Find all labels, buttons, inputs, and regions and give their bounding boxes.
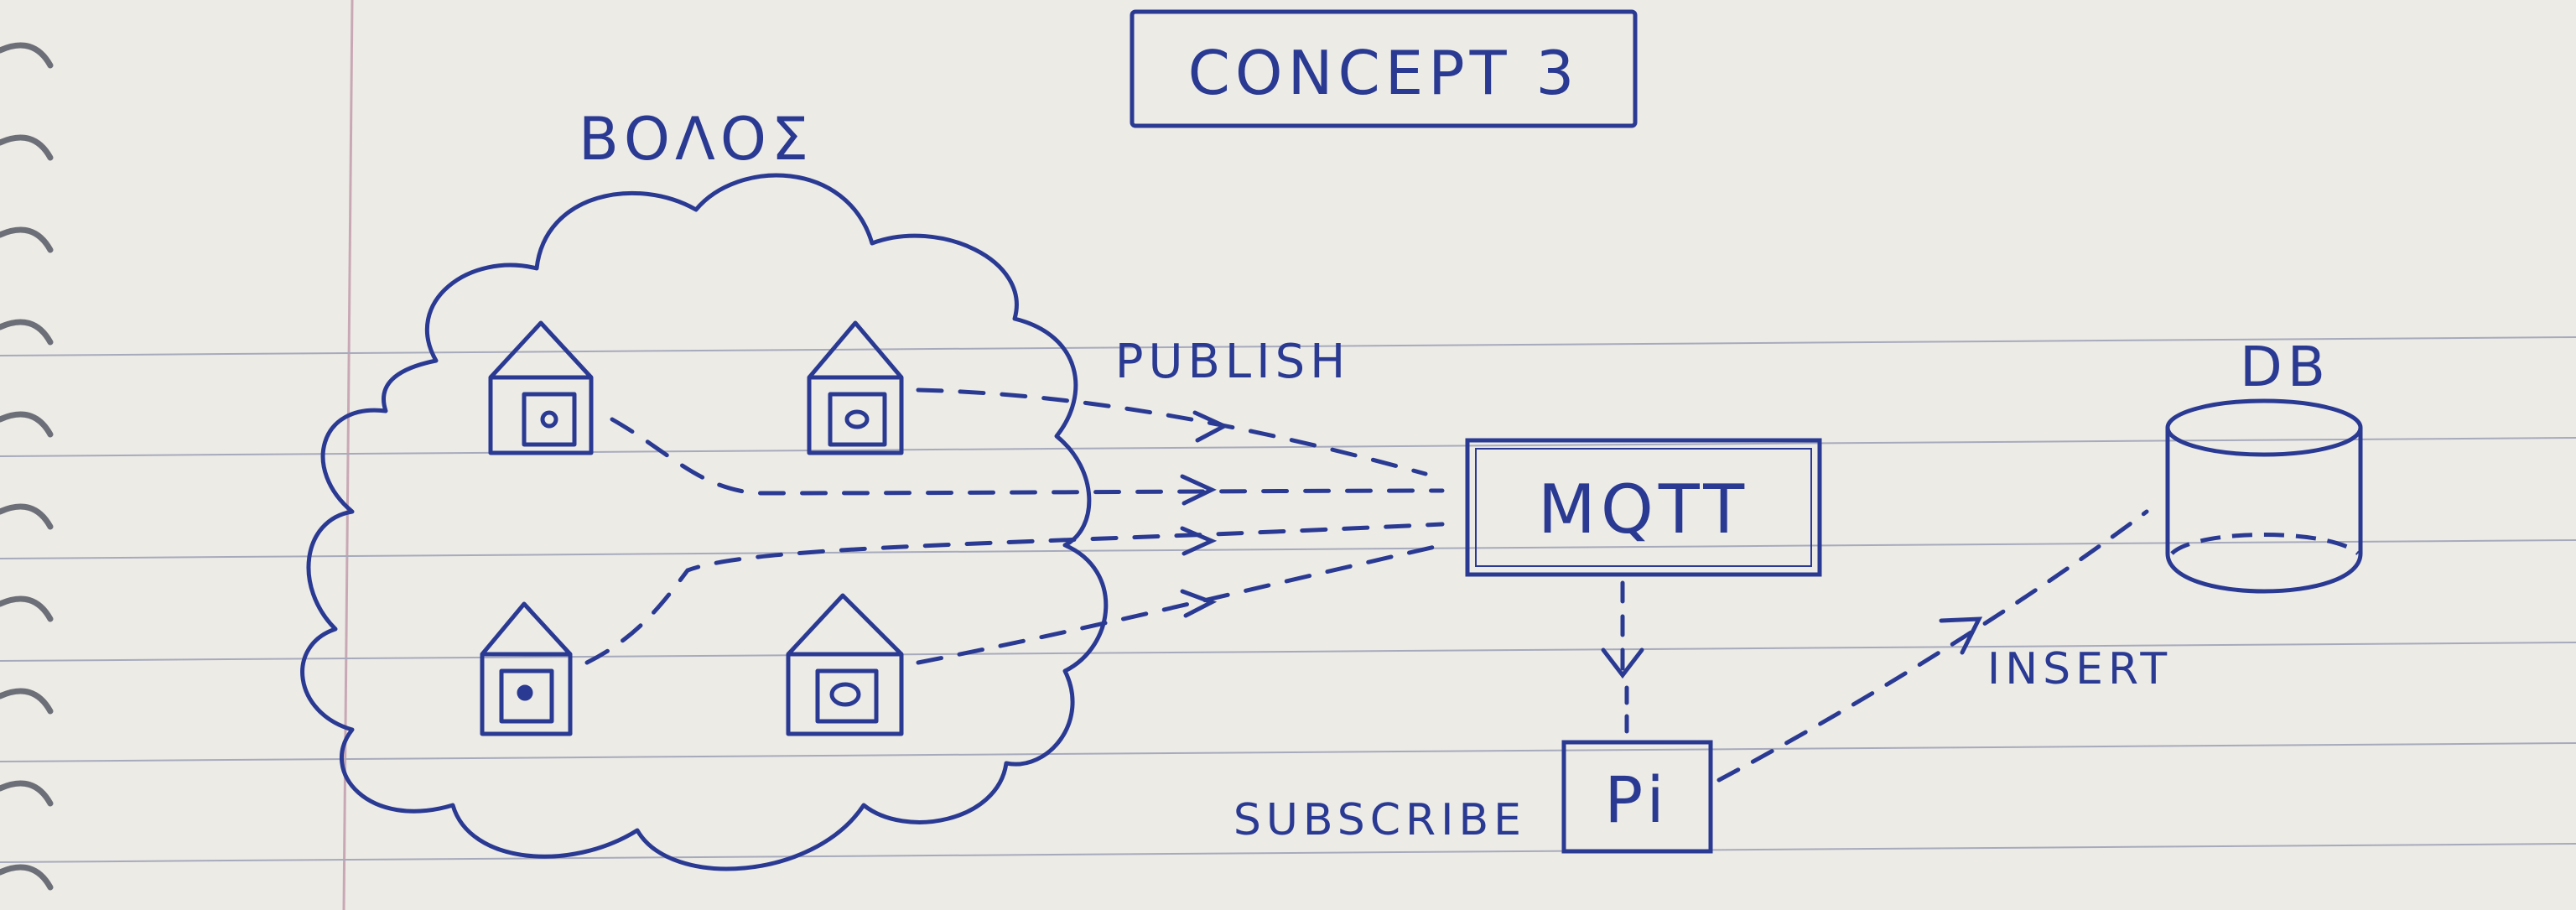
publish-label: PUBLISH (1115, 335, 1351, 389)
insert-label: INSERT (1987, 644, 2172, 694)
db-label: DB (2240, 335, 2330, 399)
diagram-title: CONCEPT 3 (1188, 38, 1580, 108)
notebook-paper (0, 0, 2576, 910)
pi-label: Pi (1604, 762, 1669, 837)
mqtt-label: MQTT (1538, 471, 1749, 549)
diagram-canvas: CONCEPT 3 ΒΟΛΟΣ PUBLISH MQTT Pi SUBSCRIB… (0, 0, 2576, 910)
subscribe-label: SUBSCRIBE (1233, 795, 1526, 845)
house-window (517, 684, 533, 701)
region-label: ΒΟΛΟΣ (579, 105, 813, 174)
